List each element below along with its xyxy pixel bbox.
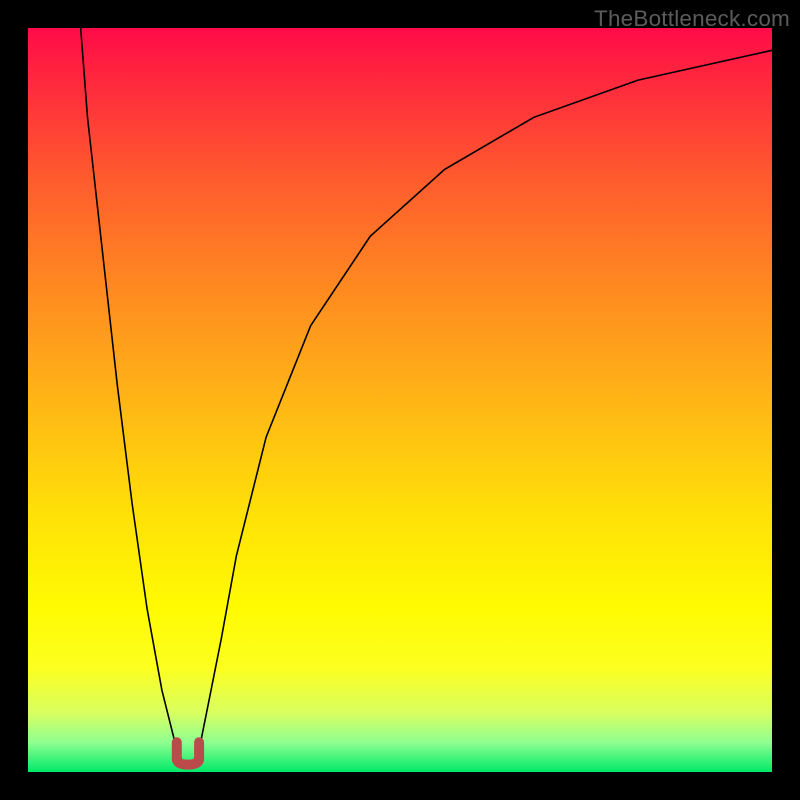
chart-plot-area bbox=[28, 28, 772, 772]
chart-svg bbox=[28, 28, 772, 772]
watermark-text: TheBottleneck.com bbox=[594, 6, 790, 32]
bottleneck-curve bbox=[80, 21, 772, 765]
optimal-band-marker bbox=[177, 742, 199, 764]
